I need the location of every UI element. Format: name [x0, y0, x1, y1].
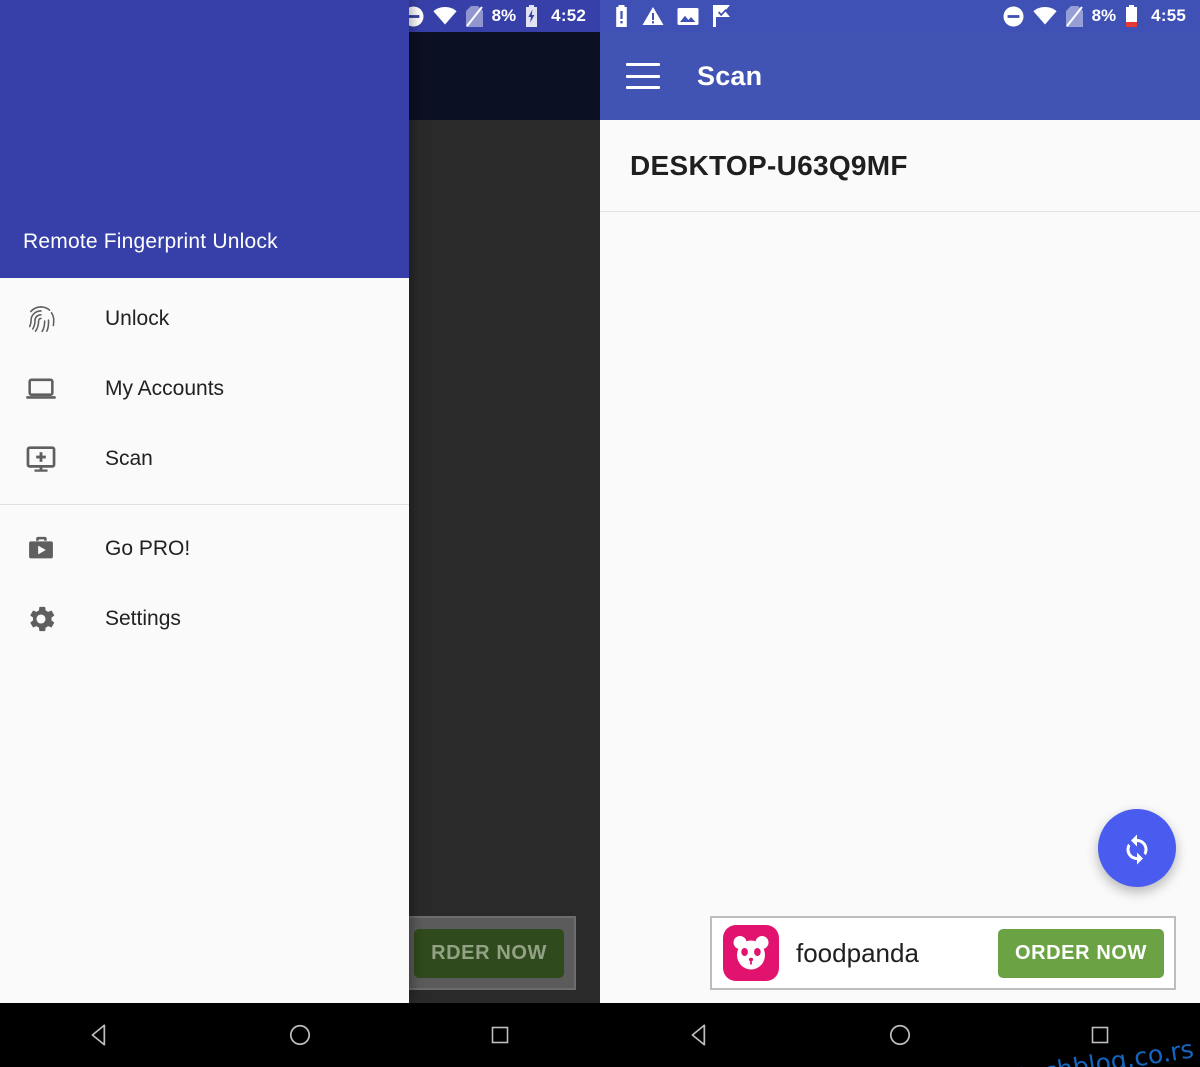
refresh-sync-icon — [1126, 834, 1148, 865]
image-icon — [677, 7, 699, 25]
sidebar-item-my-accounts[interactable]: My Accounts — [0, 354, 409, 424]
warning-triangle-icon — [642, 7, 664, 25]
left-clock: 4:52 — [551, 6, 586, 25]
panda-face-icon — [723, 925, 779, 981]
fingerprint-icon — [22, 302, 60, 336]
android-navigation-bar: techblog.co.rs — [0, 1003, 1200, 1067]
right-phone-screen: 8% 4:55 Scan DESKTOP-U63Q9MF foodpanda O… — [600, 0, 1200, 1003]
battery-alert-icon — [616, 5, 627, 27]
sidebar-item-settings[interactable]: Settings — [0, 584, 409, 654]
right-nav-buttons: techblog.co.rs — [600, 1003, 1200, 1067]
drawer-title: Remote Fingerprint Unlock — [23, 230, 278, 253]
briefcase-play-icon — [22, 532, 60, 566]
drawer-header: Remote Fingerprint Unlock — [0, 0, 409, 278]
left-nav-buttons — [0, 1003, 600, 1067]
back-triangle-icon[interactable] — [670, 1003, 730, 1067]
sidebar-item-scan[interactable]: Scan — [0, 424, 409, 494]
right-app-bar: Scan — [600, 32, 1200, 120]
back-triangle-icon[interactable] — [70, 1003, 130, 1067]
list-item[interactable]: DESKTOP-U63Q9MF — [600, 120, 1200, 212]
sidebar-item-label: Unlock — [105, 307, 170, 330]
drawer-divider — [0, 504, 409, 505]
monitor-plus-icon — [22, 442, 60, 476]
right-content-area: DESKTOP-U63Q9MF foodpanda ORDER NOW — [600, 120, 1200, 1003]
left-phone-screen: 8% 4:52 equired. r once to eys. RDER NOW — [0, 0, 600, 1003]
home-circle-icon[interactable] — [870, 1003, 930, 1067]
right-status-left-icons — [614, 5, 731, 27]
no-sim-icon — [1065, 5, 1083, 27]
recents-square-icon[interactable] — [470, 1003, 530, 1067]
hamburger-menu-icon[interactable] — [626, 63, 660, 89]
right-battery-percent: 8% — [1091, 6, 1117, 25]
wifi-icon — [432, 7, 457, 25]
battery-charging-icon — [526, 5, 538, 27]
drawer-menu-list: Unlock My Accounts Scan Go PRO! Settings — [0, 278, 409, 1003]
ad-banner[interactable]: foodpanda ORDER NOW — [710, 916, 1176, 990]
battery-low-icon — [1126, 5, 1138, 27]
scrimmed-order-now-button: RDER NOW — [414, 928, 564, 978]
do-not-disturb-icon — [1003, 6, 1024, 26]
navigation-drawer: Remote Fingerprint Unlock Unlock My Acco… — [0, 0, 409, 1003]
sidebar-item-go-pro[interactable]: Go PRO! — [0, 514, 409, 584]
host-name-label: DESKTOP-U63Q9MF — [630, 149, 908, 181]
sidebar-item-label: Go PRO! — [105, 537, 191, 560]
refresh-fab-button[interactable] — [1098, 809, 1176, 887]
ad-brand-label: foodpanda — [796, 937, 919, 968]
sidebar-item-label: Settings — [105, 607, 181, 630]
order-now-button[interactable]: ORDER NOW — [997, 928, 1164, 978]
right-status-right-icons: 8% 4:55 — [1003, 5, 1186, 27]
left-battery-percent: 8% — [491, 6, 517, 25]
screenshot-root: 8% 4:55 Scan DESKTOP-U63Q9MF foodpanda O… — [0, 0, 1200, 1067]
wifi-icon — [1032, 7, 1057, 25]
sidebar-item-label: My Accounts — [105, 377, 225, 400]
right-clock: 4:55 — [1151, 6, 1186, 25]
left-status-right-icons: 8% 4:52 — [403, 5, 586, 27]
laptop-icon — [22, 372, 60, 406]
sidebar-item-unlock[interactable]: Unlock — [0, 284, 409, 354]
no-sim-icon — [465, 5, 483, 27]
right-status-bar: 8% 4:55 — [600, 0, 1200, 32]
recents-square-icon[interactable] — [1070, 1003, 1130, 1067]
sidebar-item-label: Scan — [105, 447, 153, 470]
page-title: Scan — [697, 60, 763, 91]
check-flag-icon — [713, 5, 730, 27]
gear-icon — [22, 602, 60, 636]
home-circle-icon[interactable] — [270, 1003, 330, 1067]
